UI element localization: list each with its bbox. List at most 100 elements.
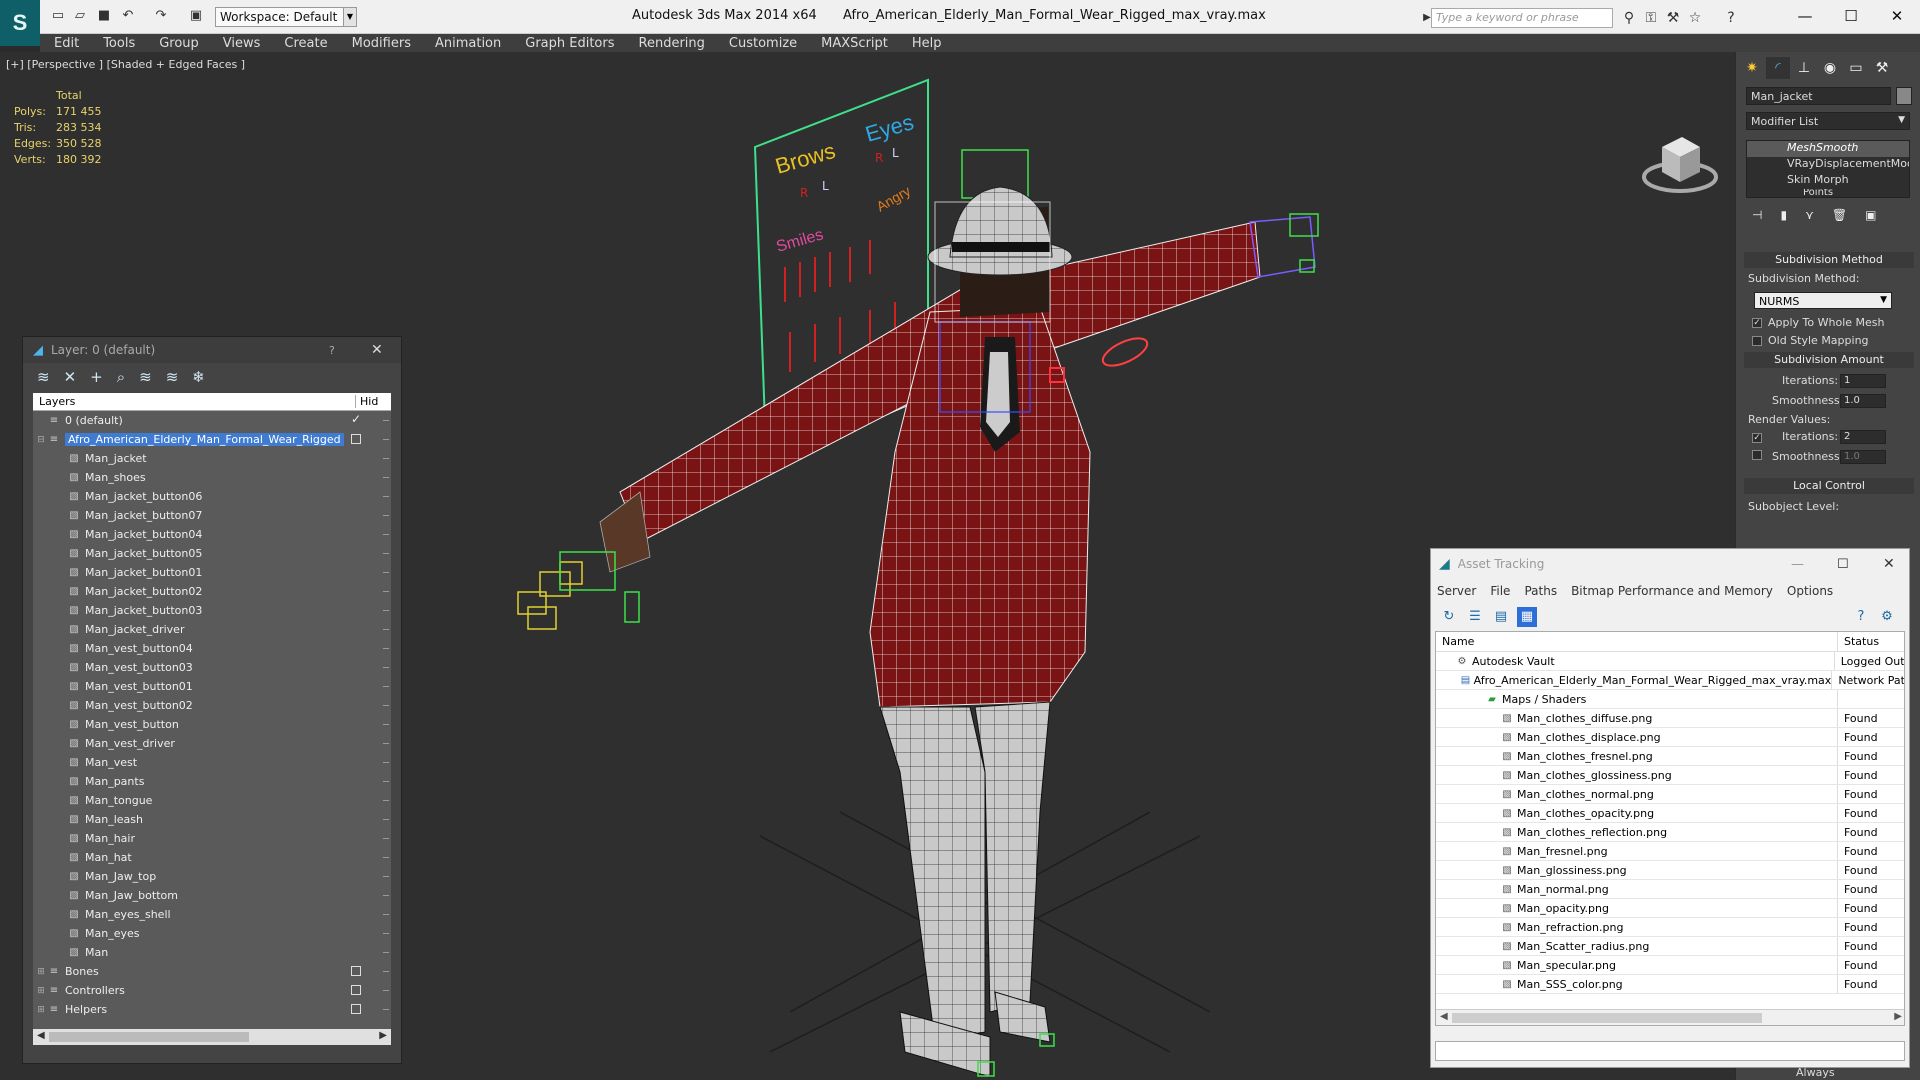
hide-all-layers-icon[interactable]: ≋ (166, 368, 179, 386)
freeze-column-dash[interactable] (383, 914, 389, 915)
expand-icon[interactable]: ⊞ (35, 1005, 47, 1015)
freeze-column-dash[interactable] (383, 819, 389, 820)
asset-name-header[interactable]: Name (1436, 632, 1838, 651)
freeze-column-dash[interactable] (383, 439, 389, 440)
object-name-field[interactable]: Man_jacket (1746, 87, 1891, 105)
asset-options-icon[interactable]: ⚙ (1877, 607, 1897, 627)
layer-row[interactable]: ▧ Man_vest_button03 (33, 658, 391, 677)
layer-dialog-titlebar[interactable]: ◢ Layer: 0 (default) ? ✕ (23, 337, 401, 363)
freeze-column-dash[interactable] (383, 591, 389, 592)
view-cube[interactable] (1642, 137, 1718, 193)
render-iterations-checkbox[interactable]: ✓ (1752, 430, 1762, 443)
asset-row[interactable]: ▧ Man_glossiness.png Found (1436, 861, 1904, 880)
menu-tools[interactable]: Tools (103, 36, 135, 51)
show-end-result-icon[interactable]: ▮ (1780, 208, 1787, 222)
freeze-column-dash[interactable] (383, 610, 389, 611)
hide-toggle[interactable] (351, 966, 361, 976)
hide-toggle[interactable] (351, 1004, 361, 1014)
checkbox-checked-icon[interactable]: ✓ (1752, 433, 1762, 443)
maximize-button[interactable]: ☐ (1828, 4, 1874, 28)
asset-row[interactable]: ▧ Man_clothes_opacity.png Found (1436, 804, 1904, 823)
search-input[interactable]: Type a keyword or phrase (1431, 8, 1613, 28)
freeze-column-dash[interactable] (383, 800, 389, 801)
asset-row[interactable]: ▧ Man_Scatter_radius.png Found (1436, 937, 1904, 956)
freeze-column-dash[interactable] (383, 648, 389, 649)
layer-row[interactable]: ▧ Man_jacket_button01 (33, 563, 391, 582)
asset-close-button[interactable]: ✕ (1883, 556, 1895, 572)
stack-item[interactable]: Skin Morph (1747, 173, 1909, 189)
hide-column-header[interactable]: Hid (355, 395, 378, 408)
freeze-column-dash[interactable] (383, 496, 389, 497)
layer-row[interactable]: ⊟ ≡ Afro_American_Elderly_Man_Formal_Wear_… (33, 430, 391, 449)
asset-row[interactable]: ▧ Man_clothes_reflection.png Found (1436, 823, 1904, 842)
asset-row[interactable]: ▧ Man_specular.png Found (1436, 956, 1904, 975)
layer-row[interactable]: ▧ Man_hat (33, 848, 391, 867)
tree-view-icon[interactable]: ▤ (1491, 607, 1511, 627)
menu-views[interactable]: Views (223, 36, 261, 51)
menu-animation[interactable]: Animation (435, 36, 501, 51)
help-icon[interactable]: ? (1722, 9, 1740, 27)
layer-row[interactable]: ▧ Man_jacket_button04 (33, 525, 391, 544)
local-control-rollout[interactable]: Local Control (1744, 478, 1914, 494)
freeze-column-dash[interactable] (383, 629, 389, 630)
subdivision-method-rollout[interactable]: Subdivision Method (1744, 252, 1914, 268)
configure-sets-icon[interactable]: ▣ (1865, 208, 1876, 222)
layers-column-header[interactable]: Layers (39, 395, 355, 408)
layer-row[interactable]: ▧ Man_pants (33, 772, 391, 791)
minimize-button[interactable]: — (1782, 4, 1828, 28)
asset-horizontal-scrollbar[interactable]: ◀ ▶ (1436, 1009, 1904, 1025)
layer-row[interactable]: ▧ Man_shoes (33, 468, 391, 487)
select-in-layer-icon[interactable]: ⌕ (117, 368, 125, 386)
freeze-column-dash[interactable] (383, 667, 389, 668)
modify-tab-icon[interactable]: ◜ (1766, 57, 1790, 79)
asset-row[interactable]: ⚙ Autodesk Vault Logged Out (1436, 652, 1904, 671)
table-view-icon[interactable]: ▦ (1517, 607, 1537, 627)
freeze-column-dash[interactable] (383, 705, 389, 706)
asset-help-icon[interactable]: ? (1851, 607, 1871, 627)
menu-graph-editors[interactable]: Graph Editors (525, 36, 614, 51)
layer-row[interactable]: ▧ Man_jacket_button03 (33, 601, 391, 620)
hide-toggle[interactable] (351, 985, 361, 995)
asset-row[interactable]: ▧ Man_opacity.png Found (1436, 899, 1904, 918)
asset-row[interactable]: ▰ Maps / Shaders (1436, 690, 1904, 709)
stack-item[interactable]: VRayDisplacementMod (1747, 157, 1909, 173)
freeze-column-dash[interactable] (383, 838, 389, 839)
freeze-column-dash[interactable] (383, 1009, 389, 1010)
asset-menu-server[interactable]: Server (1437, 584, 1476, 598)
remove-modifier-icon[interactable]: 🗑 (1832, 208, 1847, 222)
asset-row[interactable]: ▧ Man_clothes_fresnel.png Found (1436, 747, 1904, 766)
menu-customize[interactable]: Customize (729, 36, 797, 51)
scroll-right-icon[interactable]: ▶ (1894, 1011, 1902, 1022)
freeze-column-dash[interactable] (383, 876, 389, 877)
menu-create[interactable]: Create (284, 36, 327, 51)
asset-row[interactable]: ▧ Man_refraction.png Found (1436, 918, 1904, 937)
subscription-icon[interactable]: ⚿ (1642, 9, 1660, 27)
modifier-list-dropdown[interactable]: Modifier List ▼ (1746, 112, 1910, 130)
freeze-column-dash[interactable] (383, 895, 389, 896)
add-to-layer-icon[interactable]: + (90, 368, 103, 386)
asset-row[interactable]: ▧ Man_clothes_glossiness.png Found (1436, 766, 1904, 785)
apply-whole-mesh-option[interactable]: ✓ Apply To Whole Mesh (1752, 316, 1885, 329)
layer-horizontal-scrollbar[interactable]: ◀ ▶ (33, 1029, 391, 1045)
freeze-all-layers-icon[interactable]: ❄ (192, 368, 205, 386)
menu-help[interactable]: Help (912, 36, 942, 51)
layer-row[interactable]: ▧ Man_vest_button02 (33, 696, 391, 715)
layer-row[interactable]: ▧ Man_vest_button (33, 715, 391, 734)
layer-row[interactable]: ⊞ ≡ Controllers (33, 981, 391, 1000)
subdivision-method-select[interactable]: NURMS ▼ (1754, 292, 1892, 309)
collapse-icon[interactable]: ⊟ (35, 435, 47, 445)
delete-layer-icon[interactable]: ✕ (64, 368, 77, 386)
create-tab-icon[interactable]: ✷ (1740, 57, 1764, 79)
layer-row[interactable]: ▧ Man_leash (33, 810, 391, 829)
layer-row[interactable]: ▧ Man_jacket_driver (33, 620, 391, 639)
asset-menu-file[interactable]: File (1490, 584, 1510, 598)
project-folder-icon[interactable]: ▣ (188, 8, 204, 24)
asset-minimize-button[interactable]: — (1791, 557, 1804, 572)
scroll-right-icon[interactable]: ▶ (379, 1030, 387, 1041)
freeze-column-dash[interactable] (383, 857, 389, 858)
asset-maximize-button[interactable]: ☐ (1837, 557, 1849, 572)
utilities-tab-icon[interactable]: ⚒ (1870, 57, 1894, 79)
subdivision-amount-rollout[interactable]: Subdivision Amount (1744, 352, 1914, 368)
asset-row[interactable]: ▧ Man_normal.png Found (1436, 880, 1904, 899)
pin-stack-icon[interactable]: ⊣ (1752, 208, 1762, 222)
